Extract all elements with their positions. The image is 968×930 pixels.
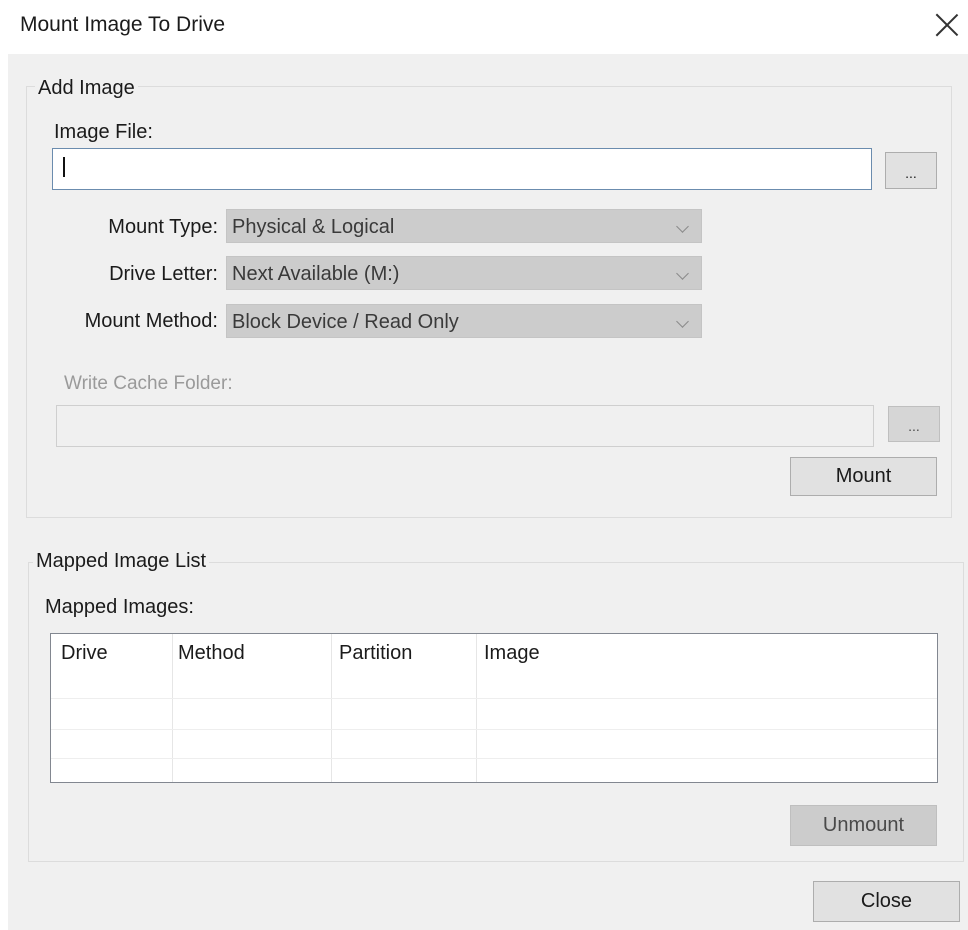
chevron-down-icon xyxy=(676,315,689,328)
title-bar: Mount Image To Drive xyxy=(0,0,968,54)
close-icon[interactable] xyxy=(934,12,960,38)
image-file-browse-button[interactable]: ... xyxy=(885,152,937,189)
row-divider xyxy=(51,698,937,699)
column-header-partition[interactable]: Partition xyxy=(339,642,412,665)
column-divider xyxy=(476,634,477,782)
mapped-images-list[interactable]: Drive Method Partition Image xyxy=(50,633,938,783)
window-title: Mount Image To Drive xyxy=(20,13,226,36)
write-cache-browse-button[interactable]: ... xyxy=(888,406,940,442)
row-divider xyxy=(51,758,937,759)
column-divider xyxy=(172,634,173,782)
write-cache-label: Write Cache Folder: xyxy=(64,373,233,394)
mount-method-label: Mount Method: xyxy=(84,310,218,332)
drive-letter-select[interactable]: Next Available (M:) xyxy=(226,256,702,290)
mount-type-value: Physical & Logical xyxy=(232,216,395,238)
mount-type-label: Mount Type: xyxy=(108,216,218,238)
image-file-input[interactable] xyxy=(52,148,872,190)
drive-letter-label: Drive Letter: xyxy=(109,263,218,285)
unmount-button[interactable]: Unmount xyxy=(790,805,937,846)
mount-method-select[interactable]: Block Device / Read Only xyxy=(226,304,702,338)
row-divider xyxy=(51,729,937,730)
drive-letter-value: Next Available (M:) xyxy=(232,263,400,285)
mapped-image-legend: Mapped Image List xyxy=(33,550,210,573)
mount-button[interactable]: Mount xyxy=(790,457,937,496)
column-header-drive[interactable]: Drive xyxy=(61,642,108,665)
mapped-images-label: Mapped Images: xyxy=(45,596,194,618)
text-caret xyxy=(63,157,65,177)
write-cache-input[interactable] xyxy=(56,405,874,447)
column-header-image[interactable]: Image xyxy=(484,642,540,665)
column-divider xyxy=(331,634,332,782)
mount-type-select[interactable]: Physical & Logical xyxy=(226,209,702,243)
image-file-label: Image File: xyxy=(54,121,153,143)
chevron-down-icon xyxy=(676,220,689,233)
column-header-method[interactable]: Method xyxy=(178,642,245,665)
chevron-down-icon xyxy=(676,267,689,280)
close-button[interactable]: Close xyxy=(813,881,960,922)
add-image-legend: Add Image xyxy=(35,77,138,100)
mount-method-value: Block Device / Read Only xyxy=(232,311,459,333)
